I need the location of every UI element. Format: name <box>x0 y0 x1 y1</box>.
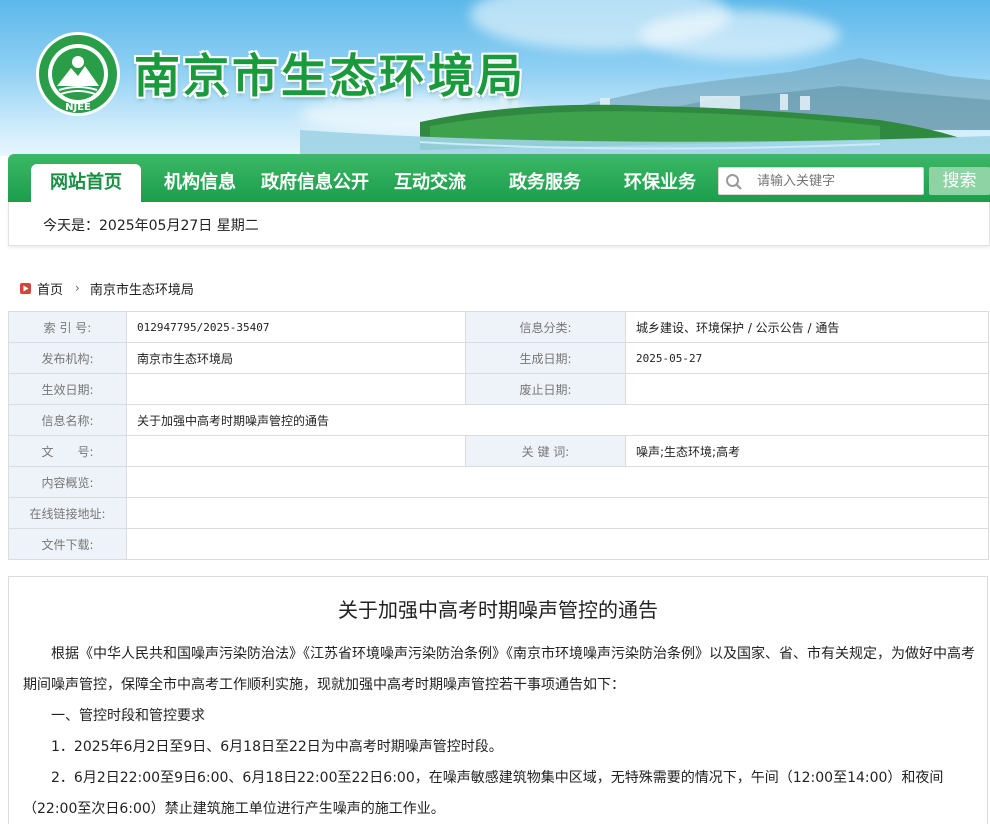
online-link-value[interactable] <box>126 497 989 529</box>
table-row: 文 号: 关 键 词: 噪声;生态环境;高考 <box>8 435 989 467</box>
header-banner: NJEE 南京市生态环境局 <box>0 0 990 156</box>
bureau-logo: NJEE <box>36 32 120 116</box>
breadcrumb-home[interactable]: 首页 <box>37 279 63 298</box>
article-paragraph: 1．2025年6月2日至9日、6月18日至22日为中高考时期噪声管控时段。 <box>51 739 503 755</box>
nav-item-home[interactable]: 网站首页 <box>31 164 141 202</box>
index-label: 索 引 号: <box>8 311 127 343</box>
date-bar: 今天是：2025年05月27日 星期二 <box>8 202 990 246</box>
publisher-value: 南京市生态环境局 <box>126 342 466 374</box>
doc-number-value <box>126 435 466 467</box>
search-button[interactable]: 搜索 <box>929 167 990 195</box>
home-icon <box>20 282 31 294</box>
table-row: 文件下载: <box>8 528 989 560</box>
table-row: 内容概览: <box>8 466 989 498</box>
search-icon <box>726 174 742 190</box>
keywords-value: 噪声;生态环境;高考 <box>625 435 989 467</box>
abolished-date-value <box>625 373 989 405</box>
breadcrumb: 首页 › 南京市生态环境局 <box>20 279 194 298</box>
table-row: 发布机构: 南京市生态环境局 生成日期: 2025-05-27 <box>8 342 989 374</box>
svg-text:NJEE: NJEE <box>65 102 91 113</box>
category-value: 城乡建设、环境保护 / 公示公告 / 通告 <box>625 311 989 343</box>
file-download-value[interactable] <box>126 528 989 560</box>
nav-item-env-business[interactable]: 环保业务 <box>624 164 696 202</box>
info-table: 索 引 号: 012947795/2025-35407 信息分类: 城乡建设、环… <box>8 311 989 560</box>
nav-item-interaction[interactable]: 互动交流 <box>394 164 466 202</box>
table-row: 信息名称: 关于加强中高考时期噪声管控的通告 <box>8 404 989 436</box>
effective-date-label: 生效日期: <box>8 373 127 405</box>
article-paragraph: 根据《中华人民共和国噪声污染防治法》《江苏省环境噪声污染防治条例》《南京市环境噪… <box>23 646 975 693</box>
publisher-label: 发布机构: <box>8 342 127 374</box>
current-date: 今天是：2025年05月27日 星期二 <box>43 218 259 234</box>
article-paragraph: 2．6月2日22:00至9日6:00、6月18日22:00至22日6:00，在噪… <box>23 770 944 817</box>
article-body: 关于加强中高考时期噪声管控的通告 根据《中华人民共和国噪声污染防治法》《江苏省环… <box>8 576 988 824</box>
created-date-label: 生成日期: <box>465 342 626 374</box>
table-row: 生效日期: 废止日期: <box>8 373 989 405</box>
effective-date-value <box>126 373 466 405</box>
abolished-date-label: 废止日期: <box>465 373 626 405</box>
search-input[interactable] <box>757 170 917 192</box>
keywords-label: 关 键 词: <box>465 435 626 467</box>
nav-item-gov-info[interactable]: 政府信息公开 <box>261 164 369 202</box>
created-date-value: 2025-05-27 <box>625 342 989 374</box>
nav-item-services[interactable]: 政务服务 <box>509 164 581 202</box>
article-title: 关于加强中高考时期噪声管控的通告 <box>338 598 658 622</box>
breadcrumb-current[interactable]: 南京市生态环境局 <box>90 279 194 298</box>
category-label: 信息分类: <box>465 311 626 343</box>
online-link-label: 在线链接地址: <box>8 497 127 529</box>
search-box <box>718 167 924 195</box>
info-name-label: 信息名称: <box>8 404 127 436</box>
file-download-label: 文件下载: <box>8 528 127 560</box>
doc-number-label: 文 号: <box>8 435 127 467</box>
table-row: 在线链接地址: <box>8 497 989 529</box>
summary-value <box>126 466 989 498</box>
chevron-right-icon: › <box>75 281 80 295</box>
info-name-value: 关于加强中高考时期噪声管控的通告 <box>126 404 989 436</box>
article-section-heading: 一、管控时段和管控要求 <box>51 708 205 724</box>
summary-label: 内容概览: <box>8 466 127 498</box>
site-title: 南京市生态环境局 <box>134 49 526 103</box>
table-row: 索 引 号: 012947795/2025-35407 信息分类: 城乡建设、环… <box>8 311 989 343</box>
nav-item-organization[interactable]: 机构信息 <box>164 164 236 202</box>
index-value: 012947795/2025-35407 <box>126 311 466 343</box>
